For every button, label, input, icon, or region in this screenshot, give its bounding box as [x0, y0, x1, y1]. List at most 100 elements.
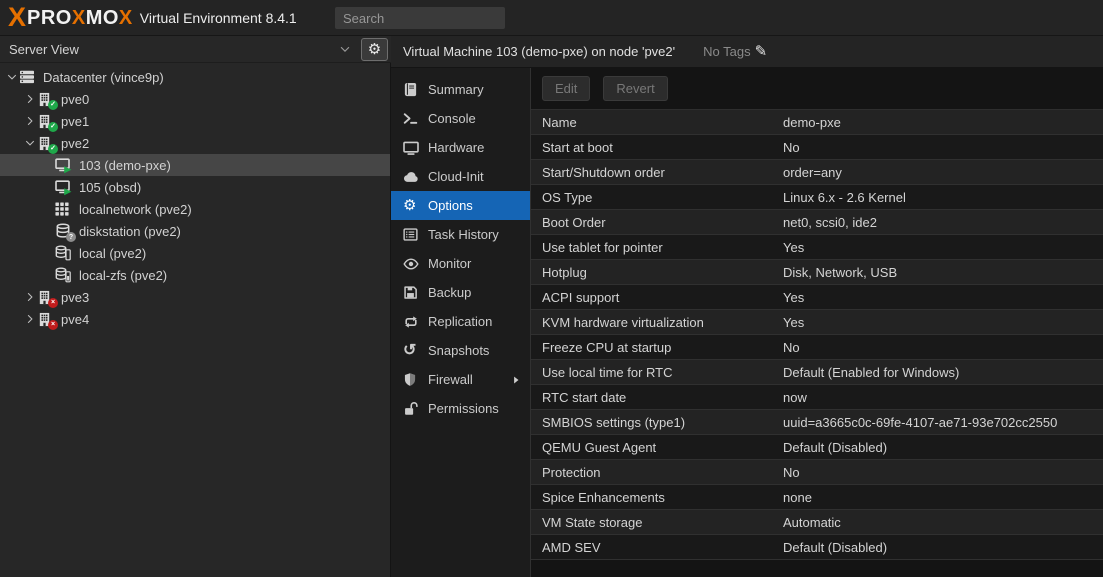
tab-task-history[interactable]: Task History — [391, 220, 530, 249]
option-label: AMD SEV — [531, 540, 783, 555]
tab-summary[interactable]: Summary — [391, 75, 530, 104]
building-icon: ✓ — [37, 114, 54, 129]
option-label: RTC start date — [531, 390, 783, 405]
option-value: net0, scsi0, ide2 — [783, 215, 877, 230]
tab-monitor[interactable]: Monitor — [391, 249, 530, 278]
tab-firewall[interactable]: Firewall — [391, 365, 530, 394]
option-row-start-shutdown-order[interactable]: Start/Shutdown orderorder=any — [531, 160, 1103, 185]
search-input[interactable] — [335, 7, 505, 29]
tags-label: No Tags — [703, 44, 750, 59]
vm-running-icon — [55, 179, 72, 196]
proxmox-logo-segment: X — [8, 4, 25, 31]
building-icon: × — [37, 312, 54, 327]
revert-button[interactable]: Revert — [603, 76, 667, 101]
tree-item-localnetwork-pve2[interactable]: localnetwork (pve2) — [0, 198, 390, 220]
option-label: VM State storage — [531, 515, 783, 530]
proxmox-logo[interactable]: XPROXMOX — [8, 4, 133, 31]
options-table: Namedemo-pxeStart at bootNoStart/Shutdow… — [531, 110, 1103, 560]
option-row-kvm-hardware-virtualization[interactable]: KVM hardware virtualizationYes — [531, 310, 1103, 335]
options-toolbar: Edit Revert — [531, 68, 1103, 110]
tree-item-label: pve4 — [61, 312, 89, 327]
view-selector[interactable]: Server View — [0, 36, 358, 62]
tab-label: Console — [428, 111, 476, 126]
option-row-use-tablet-for-pointer[interactable]: Use tablet for pointerYes — [531, 235, 1103, 260]
option-row-smbios-settings-type1[interactable]: SMBIOS settings (type1)uuid=a3665c0c-69f… — [531, 410, 1103, 435]
option-row-amd-sev[interactable]: AMD SEVDefault (Disabled) — [531, 535, 1103, 560]
option-label: Spice Enhancements — [531, 490, 783, 505]
option-value: uuid=a3665c0c-69fe-4107-ae71-93e702cc255… — [783, 415, 1057, 430]
option-value: Yes — [783, 240, 804, 255]
tags-editor[interactable]: No Tags ✎ — [703, 44, 767, 59]
option-row-rtc-start-date[interactable]: RTC start datenow — [531, 385, 1103, 410]
option-row-acpi-support[interactable]: ACPI supportYes — [531, 285, 1103, 310]
option-row-spice-enhancements[interactable]: Spice Enhancementsnone — [531, 485, 1103, 510]
tree-item-pve0[interactable]: ✓pve0 — [0, 88, 390, 110]
option-row-start-at-boot[interactable]: Start at bootNo — [531, 135, 1103, 160]
tab-backup[interactable]: Backup — [391, 278, 530, 307]
option-value: now — [783, 390, 807, 405]
option-value: Automatic — [783, 515, 841, 530]
caret-right-icon — [511, 375, 521, 385]
gear-icon: ⚙ — [403, 198, 428, 213]
tree-settings-button[interactable]: ⚙ — [361, 38, 388, 61]
option-row-vm-state-storage[interactable]: VM State storageAutomatic — [531, 510, 1103, 535]
tree-item-label: 105 (obsd) — [79, 180, 141, 195]
tree-item-pve3[interactable]: ×pve3 — [0, 286, 390, 308]
tab-options[interactable]: ⚙Options — [391, 191, 530, 220]
option-label: Boot Order — [531, 215, 783, 230]
vm-nav-menu: Summary Console HardwareCloud-Init⚙Options… — [391, 68, 530, 577]
tree-expanded-icon[interactable] — [4, 71, 19, 83]
tree-item-label: pve1 — [61, 114, 89, 129]
tree-item-label: pve3 — [61, 290, 89, 305]
tab-replication[interactable]: Replication — [391, 307, 530, 336]
edit-button[interactable]: Edit — [542, 76, 590, 101]
tree-item-label: 103 (demo-pxe) — [79, 158, 171, 173]
proxmox-logo-segment: PRO — [27, 8, 72, 28]
tree-item-label: diskstation (pve2) — [79, 224, 181, 239]
option-row-name[interactable]: Namedemo-pxe — [531, 110, 1103, 135]
tree-expanded-icon[interactable] — [22, 137, 37, 149]
option-value: Yes — [783, 290, 804, 305]
tab-console[interactable]: Console — [391, 104, 530, 133]
tree-item-pve1[interactable]: ✓ pve1 — [0, 110, 390, 132]
option-label: OS Type — [531, 190, 783, 205]
option-value: No — [783, 140, 800, 155]
tree-item-datacenter-vince9p[interactable]: Datacenter (vince9p) — [0, 66, 390, 88]
tree-item-diskstation-pve2[interactable]: ?diskstation (pve2) — [0, 220, 390, 242]
tree-collapsed-icon[interactable] — [22, 313, 37, 325]
book-icon — [403, 82, 428, 97]
tree-item-local-pve2[interactable]: local (pve2) — [0, 242, 390, 264]
cloud-icon — [403, 169, 428, 185]
tab-hardware[interactable]: Hardware — [391, 133, 530, 162]
option-row-os-type[interactable]: OS TypeLinux 6.x - 2.6 Kernel — [531, 185, 1103, 210]
tree-collapsed-icon[interactable] — [22, 291, 37, 303]
option-value: Disk, Network, USB — [783, 265, 897, 280]
option-row-hotplug[interactable]: HotplugDisk, Network, USB — [531, 260, 1103, 285]
option-label: Protection — [531, 465, 783, 480]
tab-cloud-init[interactable]: Cloud-Init — [391, 162, 530, 191]
tree-collapsed-icon[interactable] — [22, 93, 37, 105]
tree-item-105-obsd[interactable]: 105 (obsd) — [0, 176, 390, 198]
option-row-boot-order[interactable]: Boot Ordernet0, scsi0, ide2 — [531, 210, 1103, 235]
option-label: QEMU Guest Agent — [531, 440, 783, 455]
option-row-qemu-guest-agent[interactable]: QEMU Guest AgentDefault (Disabled) — [531, 435, 1103, 460]
tree-item-103-demo-pxe[interactable]: 103 (demo-pxe) — [0, 154, 390, 176]
option-row-use-local-time-for-rtc[interactable]: Use local time for RTCDefault (Enabled f… — [531, 360, 1103, 385]
option-label: SMBIOS settings (type1) — [531, 415, 783, 430]
building-icon: ✓ — [37, 136, 54, 151]
tab-label: Replication — [428, 314, 492, 329]
option-value: Default (Disabled) — [783, 540, 887, 555]
option-row-protection[interactable]: ProtectionNo — [531, 460, 1103, 485]
proxmox-app: XPROXMOX Virtual Environment 8.4.1 Serve… — [0, 0, 1103, 577]
tab-permissions[interactable]: Permissions — [391, 394, 530, 423]
tree-collapsed-icon[interactable] — [22, 115, 37, 127]
storage-card-icon — [55, 245, 72, 261]
tree-item-pve2[interactable]: ✓pve2 — [0, 132, 390, 154]
tree-item-local-zfs-pve2[interactable]: local-zfs (pve2) — [0, 264, 390, 286]
option-row-freeze-cpu-at-startup[interactable]: Freeze CPU at startupNo — [531, 335, 1103, 360]
repeat-icon — [403, 314, 428, 330]
tree-item-pve4[interactable]: × pve4 — [0, 308, 390, 330]
tab-snapshots[interactable]: ↺Snapshots — [391, 336, 530, 365]
option-label: Use local time for RTC — [531, 365, 783, 380]
options-panel: Edit Revert Namedemo-pxeStart at bootNoS… — [530, 68, 1103, 577]
